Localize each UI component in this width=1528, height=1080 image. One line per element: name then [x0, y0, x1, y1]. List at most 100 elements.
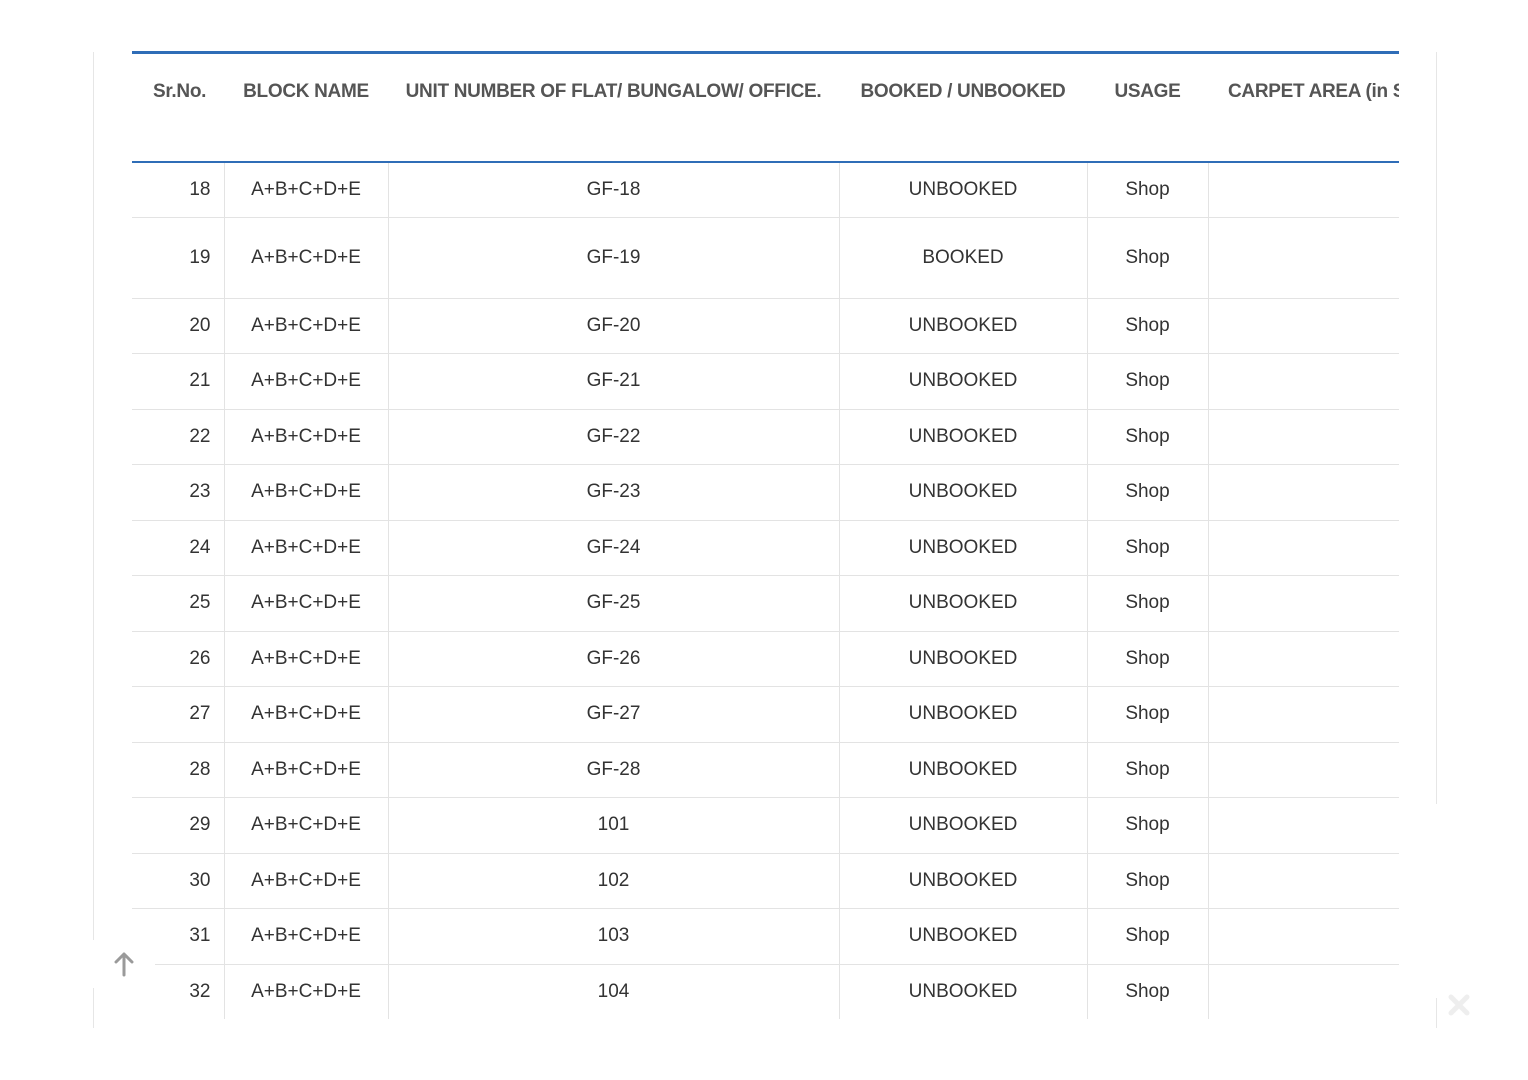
table-row: 22 A+B+C+D+E GF-22 UNBOOKED Shop: [132, 408, 1399, 465]
carpet-area-cell: [1207, 519, 1399, 576]
booking-status-cell: UNBOOKED: [838, 686, 1088, 743]
usage-cell: Shop: [1086, 519, 1209, 576]
sr-no-cell: 25: [132, 575, 225, 632]
sr-no-cell: 23: [132, 464, 225, 521]
sr-no-cell: 19: [132, 216, 225, 299]
block-name-cell: A+B+C+D+E: [223, 216, 389, 299]
table-row: 26 A+B+C+D+E GF-26 UNBOOKED Shop: [132, 630, 1399, 687]
carpet-area-cell: [1207, 741, 1399, 798]
carpet-area-cell: [1207, 908, 1399, 965]
carpet-area-cell: [1207, 797, 1399, 854]
arrow-up-icon: [114, 952, 134, 977]
usage-cell: Shop: [1086, 161, 1209, 218]
unit-number-cell: 104: [387, 963, 840, 1019]
table-row: 25 A+B+C+D+E GF-25 UNBOOKED Shop: [132, 575, 1399, 632]
block-name-cell: A+B+C+D+E: [223, 686, 389, 743]
carpet-area-cell: [1207, 297, 1399, 354]
header-sr-no[interactable]: Sr.No.: [132, 51, 224, 163]
unit-number-cell: GF-20: [387, 297, 840, 354]
header-booking-status[interactable]: BOOKED / UNBOOKED: [839, 51, 1087, 163]
table-row: 23 A+B+C+D+E GF-23 UNBOOKED Shop: [132, 464, 1399, 521]
close-button[interactable]: [1444, 990, 1474, 1020]
block-name-cell: A+B+C+D+E: [223, 963, 389, 1019]
content-border-right-lower: [1436, 998, 1437, 1028]
sr-no-cell: 18: [132, 161, 225, 218]
unit-number-cell: GF-27: [387, 686, 840, 743]
booking-status-cell: UNBOOKED: [838, 464, 1088, 521]
booking-status-cell: UNBOOKED: [838, 575, 1088, 632]
carpet-area-cell: [1207, 852, 1399, 909]
block-name-cell: A+B+C+D+E: [223, 630, 389, 687]
usage-cell: Shop: [1086, 408, 1209, 465]
table-row: 29 A+B+C+D+E 101 UNBOOKED Shop: [132, 797, 1399, 854]
header-carpet-area[interactable]: CARPET AREA (in Sq: [1208, 51, 1399, 163]
booking-status-cell: UNBOOKED: [838, 630, 1088, 687]
table-row: 28 A+B+C+D+E GF-28 UNBOOKED Shop: [132, 741, 1399, 798]
sr-no-cell: 24: [132, 519, 225, 576]
unit-number-cell: 103: [387, 908, 840, 965]
usage-cell: Shop: [1086, 908, 1209, 965]
carpet-area-cell: [1207, 686, 1399, 743]
table-header-row: Sr.No. BLOCK NAME UNIT NUMBER OF FLAT/ B…: [132, 51, 1399, 163]
table-row: 30 A+B+C+D+E 102 UNBOOKED Shop: [132, 852, 1399, 909]
booking-status-cell: UNBOOKED: [838, 852, 1088, 909]
sr-no-cell: 27: [132, 686, 225, 743]
content-border-right: [1436, 52, 1437, 804]
table-row: 32 A+B+C+D+E 104 UNBOOKED Shop: [132, 963, 1399, 1019]
unit-number-cell: GF-25: [387, 575, 840, 632]
unit-number-cell: GF-23: [387, 464, 840, 521]
block-name-cell: A+B+C+D+E: [223, 297, 389, 354]
carpet-area-cell: [1207, 464, 1399, 521]
block-name-cell: A+B+C+D+E: [223, 575, 389, 632]
unit-number-cell: GF-19: [387, 216, 840, 299]
unit-number-cell: GF-26: [387, 630, 840, 687]
booking-status-cell: UNBOOKED: [838, 519, 1088, 576]
carpet-area-cell: [1207, 963, 1399, 1019]
header-usage[interactable]: USAGE: [1087, 51, 1208, 163]
booking-status-cell: UNBOOKED: [838, 963, 1088, 1019]
block-name-cell: A+B+C+D+E: [223, 908, 389, 965]
table-row: 20 A+B+C+D+E GF-20 UNBOOKED Shop: [132, 297, 1399, 354]
carpet-area-cell: [1207, 408, 1399, 465]
sr-no-cell: 26: [132, 630, 225, 687]
header-block-name[interactable]: BLOCK NAME: [224, 51, 388, 163]
usage-cell: Shop: [1086, 686, 1209, 743]
table-row: 19 A+B+C+D+E GF-19 BOOKED Shop: [132, 216, 1399, 299]
usage-cell: Shop: [1086, 464, 1209, 521]
unit-number-cell: GF-18: [387, 161, 840, 218]
booking-status-cell: UNBOOKED: [838, 908, 1088, 965]
unit-number-cell: GF-21: [387, 353, 840, 410]
unit-number-cell: 101: [387, 797, 840, 854]
unit-number-cell: 102: [387, 852, 840, 909]
unit-number-cell: GF-24: [387, 519, 840, 576]
block-name-cell: A+B+C+D+E: [223, 408, 389, 465]
header-unit-number[interactable]: UNIT NUMBER OF FLAT/ BUNGALOW/ OFFICE.: [388, 51, 839, 163]
usage-cell: Shop: [1086, 963, 1209, 1019]
sr-no-cell: 20: [132, 297, 225, 354]
block-name-cell: A+B+C+D+E: [223, 797, 389, 854]
carpet-area-cell: [1207, 630, 1399, 687]
usage-cell: Shop: [1086, 630, 1209, 687]
block-name-cell: A+B+C+D+E: [223, 464, 389, 521]
scroll-to-top-button[interactable]: [93, 940, 155, 988]
sr-no-cell: 30: [132, 852, 225, 909]
sr-no-cell: 29: [132, 797, 225, 854]
inventory-table-container[interactable]: Sr.No. BLOCK NAME UNIT NUMBER OF FLAT/ B…: [132, 51, 1399, 1019]
usage-cell: Shop: [1086, 797, 1209, 854]
table-row: 18 A+B+C+D+E GF-18 UNBOOKED Shop: [132, 161, 1399, 218]
block-name-cell: A+B+C+D+E: [223, 161, 389, 218]
sr-no-cell: 22: [132, 408, 225, 465]
booking-status-cell: UNBOOKED: [838, 797, 1088, 854]
booking-status-cell: UNBOOKED: [838, 408, 1088, 465]
close-icon: [1448, 994, 1470, 1016]
usage-cell: Shop: [1086, 852, 1209, 909]
usage-cell: Shop: [1086, 575, 1209, 632]
booking-status-cell: UNBOOKED: [838, 353, 1088, 410]
usage-cell: Shop: [1086, 741, 1209, 798]
unit-number-cell: GF-22: [387, 408, 840, 465]
block-name-cell: A+B+C+D+E: [223, 519, 389, 576]
booking-status-cell: UNBOOKED: [838, 741, 1088, 798]
inventory-table: Sr.No. BLOCK NAME UNIT NUMBER OF FLAT/ B…: [132, 51, 1399, 1019]
sr-no-cell: 21: [132, 353, 225, 410]
table-row: 27 A+B+C+D+E GF-27 UNBOOKED Shop: [132, 686, 1399, 743]
